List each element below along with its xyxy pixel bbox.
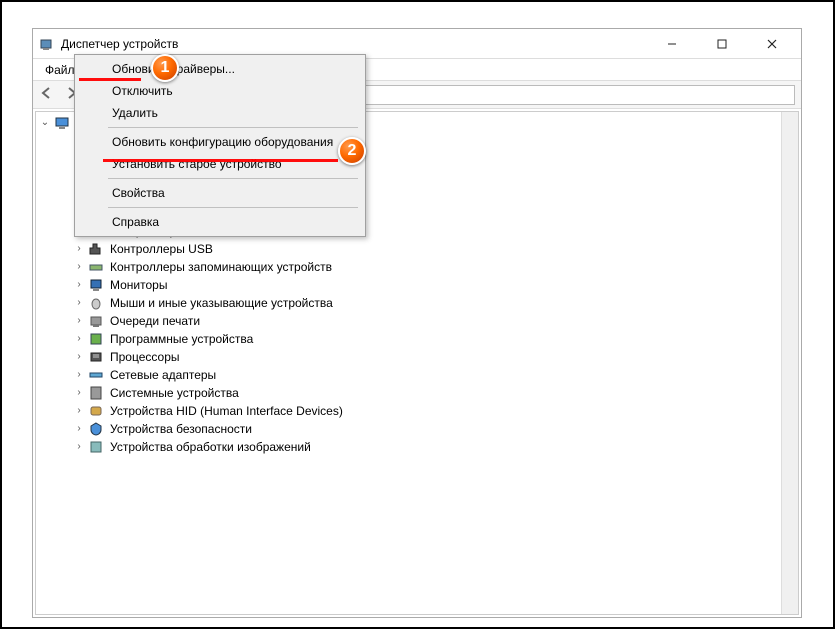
tree-item[interactable]: › Контроллеры USB <box>66 240 798 258</box>
window-controls <box>657 34 795 54</box>
tree-item-label: Мониторы <box>108 276 169 294</box>
device-category-icon <box>88 277 104 293</box>
menu-properties[interactable]: Свойства <box>104 182 362 204</box>
highlight-underline <box>103 159 338 162</box>
menu-remove[interactable]: Удалить <box>104 102 362 124</box>
menu-update-drivers[interactable]: Обновить драйверы... <box>104 58 362 80</box>
device-category-icon <box>88 403 104 419</box>
close-button[interactable] <box>757 34 787 54</box>
expand-icon[interactable]: › <box>72 368 86 382</box>
expand-icon[interactable]: › <box>72 314 86 328</box>
highlight-underline <box>79 78 141 81</box>
tree-item[interactable]: › Мониторы <box>66 276 798 294</box>
device-category-icon <box>88 241 104 257</box>
tree-item-label: Устройства обработки изображений <box>108 438 313 456</box>
menu-help[interactable]: Справка <box>104 211 362 233</box>
device-category-icon <box>88 421 104 437</box>
device-category-icon <box>88 331 104 347</box>
tree-item[interactable]: › Устройства HID (Human Interface Devices… <box>66 402 798 420</box>
tree-item-label: Устройства HID (Human Interface Devices) <box>108 402 345 420</box>
expand-icon[interactable]: › <box>72 386 86 400</box>
expand-icon[interactable]: › <box>72 332 86 346</box>
expand-icon[interactable]: › <box>72 404 86 418</box>
expand-icon[interactable]: › <box>72 278 86 292</box>
window-title: Диспетчер устройств <box>61 37 657 51</box>
device-category-icon <box>88 367 104 383</box>
menu-separator <box>108 127 358 128</box>
expand-icon[interactable]: › <box>72 260 86 274</box>
menu-separator <box>108 207 358 208</box>
tree-item-label: Программные устройства <box>108 330 255 348</box>
tree-item[interactable]: › Сетевые адаптеры <box>66 366 798 384</box>
tree-item[interactable]: › Контроллеры запоминающих устройств <box>66 258 798 276</box>
annotation-marker-1: 1 <box>151 54 179 82</box>
device-category-icon <box>88 439 104 455</box>
tree-item[interactable]: › Программные устройства <box>66 330 798 348</box>
back-icon[interactable] <box>39 85 55 104</box>
menu-add-legacy[interactable]: Установить старое устройство <box>104 153 362 175</box>
action-dropdown: Обновить драйверы... Отключить Удалить О… <box>74 54 366 237</box>
expand-icon[interactable]: › <box>72 296 86 310</box>
expand-icon[interactable]: › <box>72 242 86 256</box>
tree-item-label: Контроллеры USB <box>108 240 215 258</box>
tree-item-label: Контроллеры запоминающих устройств <box>108 258 334 276</box>
tree-item-label: Мыши и иные указывающие устройства <box>108 294 335 312</box>
device-category-icon <box>88 259 104 275</box>
expand-icon[interactable]: › <box>72 440 86 454</box>
tree-item-label: Процессоры <box>108 348 182 366</box>
device-category-icon <box>88 313 104 329</box>
expand-icon[interactable]: › <box>72 422 86 436</box>
app-icon <box>39 36 55 52</box>
tree-item-label: Устройства безопасности <box>108 420 254 438</box>
computer-icon <box>54 115 70 131</box>
tree-item[interactable]: › Процессоры <box>66 348 798 366</box>
menu-disable[interactable]: Отключить <box>104 80 362 102</box>
annotation-marker-2: 2 <box>338 137 366 165</box>
maximize-button[interactable] <box>707 34 737 54</box>
minimize-button[interactable] <box>657 34 687 54</box>
expand-icon[interactable]: ⌄ <box>38 116 52 130</box>
menu-separator <box>108 178 358 179</box>
vertical-scrollbar[interactable] <box>781 112 798 614</box>
tree-item[interactable]: › Системные устройства <box>66 384 798 402</box>
tree-item-label: Очереди печати <box>108 312 202 330</box>
tree-item-label: Сетевые адаптеры <box>108 366 218 384</box>
device-category-icon <box>88 295 104 311</box>
tree-item[interactable]: › Устройства безопасности <box>66 420 798 438</box>
menu-scan-hardware[interactable]: Обновить конфигурацию оборудования <box>104 131 362 153</box>
expand-icon[interactable]: › <box>72 350 86 364</box>
device-category-icon <box>88 385 104 401</box>
tree-item[interactable]: › Очереди печати <box>66 312 798 330</box>
tree-item[interactable]: › Устройства обработки изображений <box>66 438 798 456</box>
device-category-icon <box>88 349 104 365</box>
tree-item-label: Системные устройства <box>108 384 241 402</box>
tree-item[interactable]: › Мыши и иные указывающие устройства <box>66 294 798 312</box>
